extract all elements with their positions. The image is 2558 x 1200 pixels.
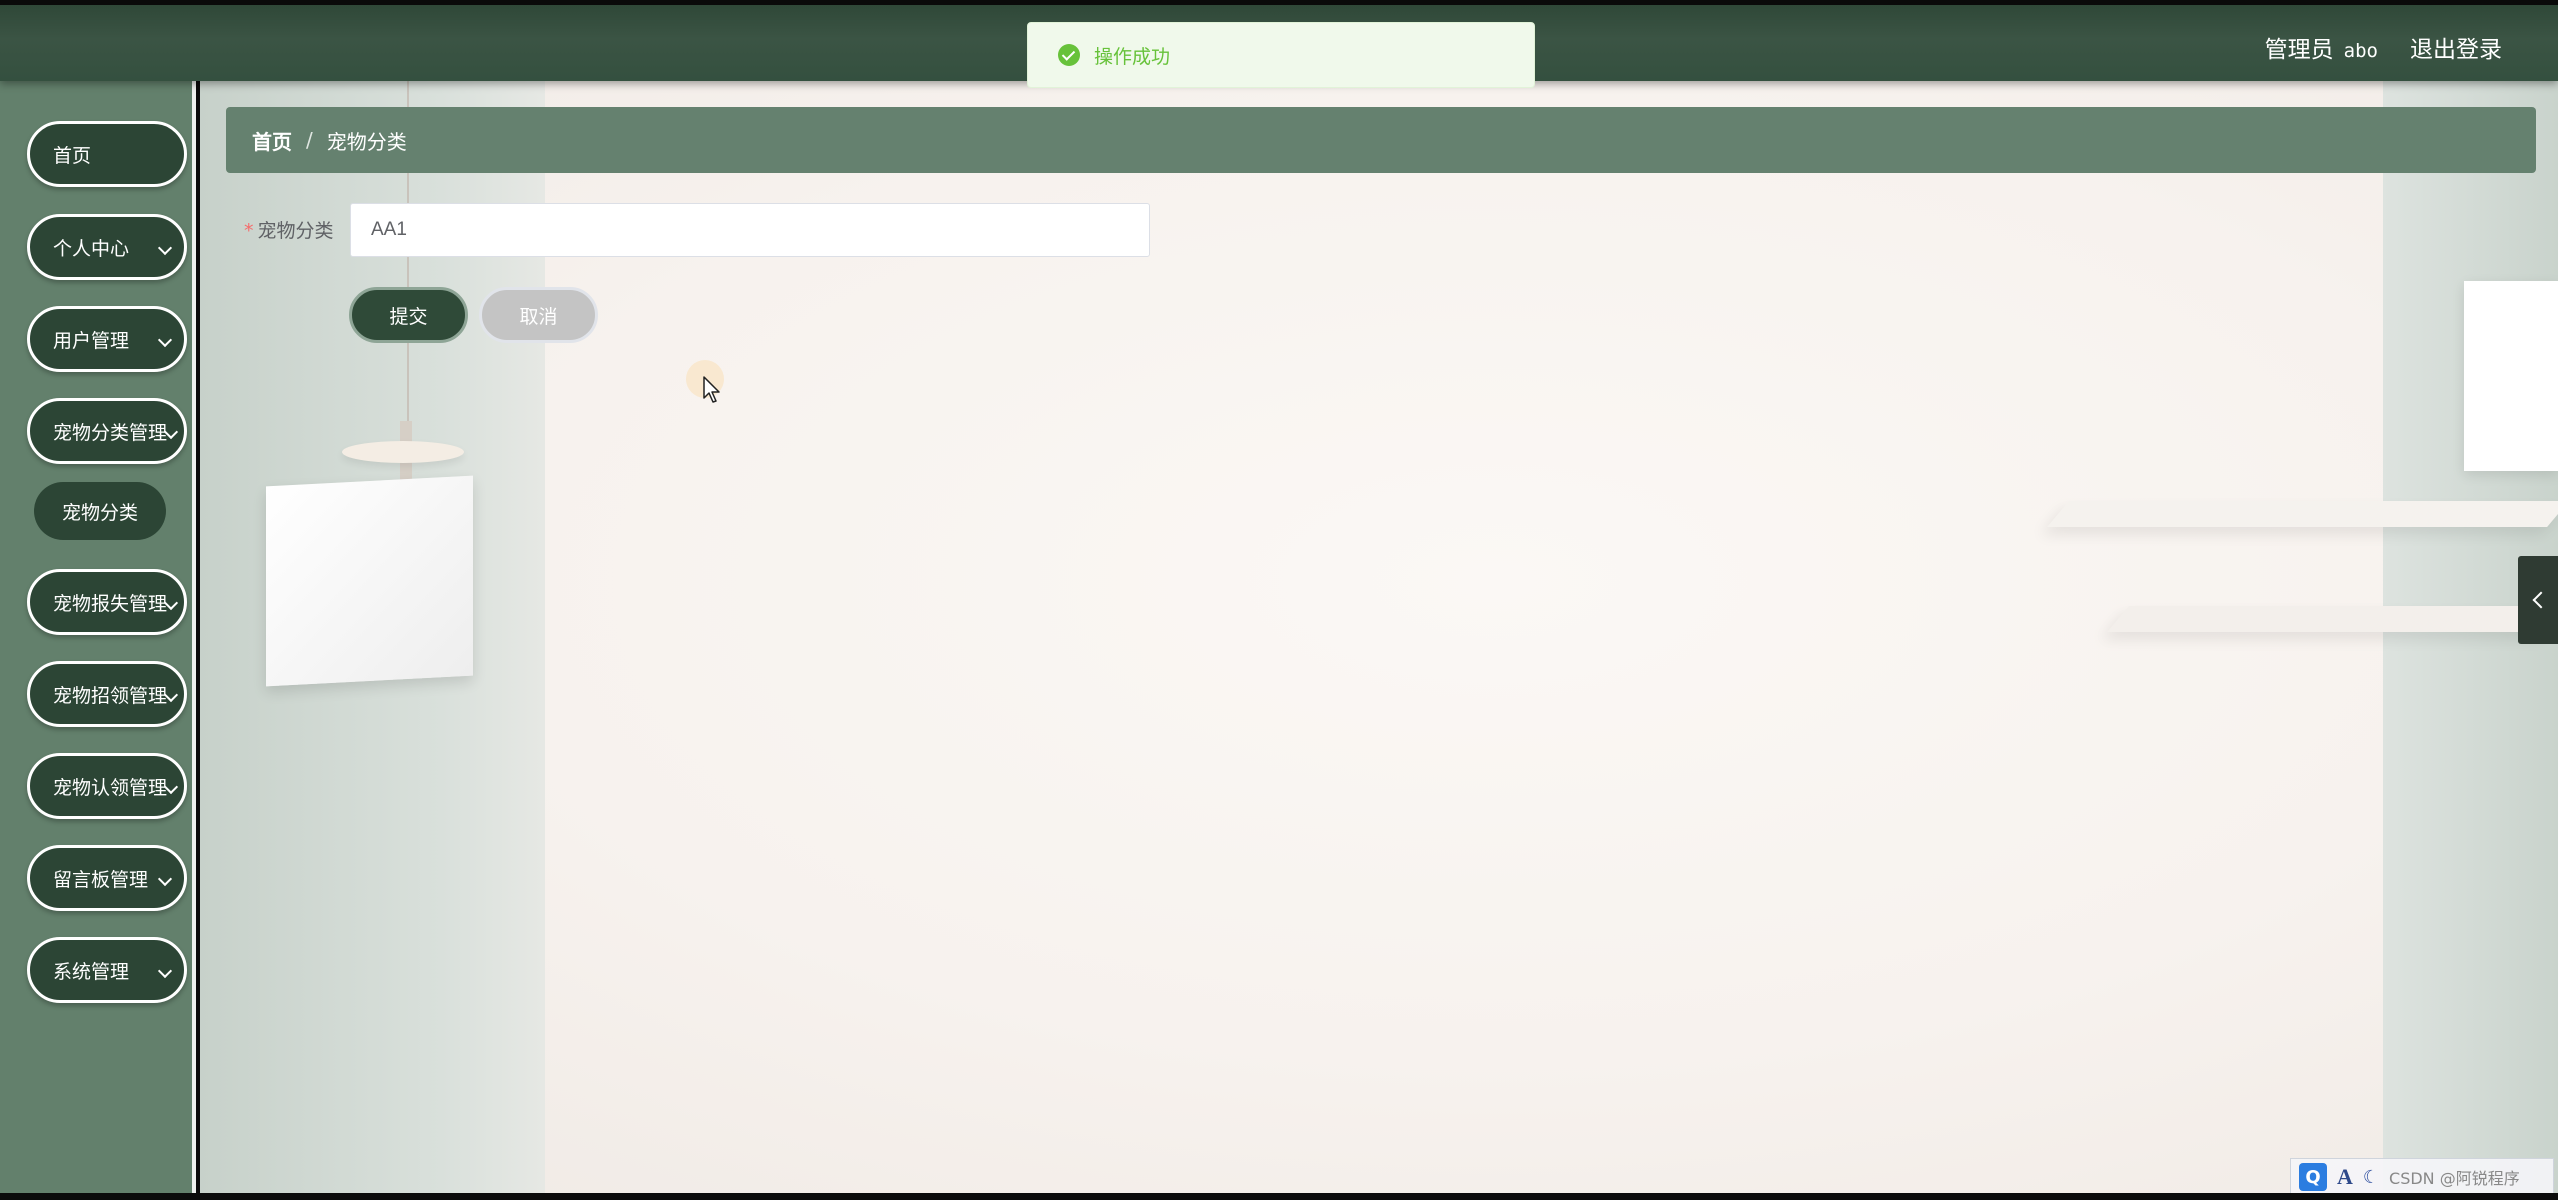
side-panel-toggle[interactable] — [2518, 556, 2558, 644]
sidebar-menu: 首页 个人中心 用户管理 宠物分类管理 宠物分类 宠物报失管理 宠物招领管理 宠… — [0, 81, 196, 1193]
breadcrumb-separator: / — [306, 128, 313, 152]
submit-button[interactable]: 提交 — [349, 287, 468, 343]
breadcrumb: 首页 / 宠物分类 — [226, 107, 2536, 173]
check-circle-icon — [1058, 44, 1080, 66]
sidebar-item-personal-center[interactable]: 个人中心 — [27, 214, 187, 280]
breadcrumb-home[interactable]: 首页 — [252, 126, 292, 155]
sidebar-item-system-management[interactable]: 系统管理 — [27, 937, 187, 1003]
sidebar-item-label: 个人中心 — [53, 237, 130, 260]
pet-category-label: * 宠物分类 — [244, 216, 334, 246]
chevron-down-icon — [157, 332, 173, 348]
watermark-text: CSDN @阿锐程序 — [2389, 1169, 2520, 1188]
chevron-left-icon — [2532, 591, 2550, 609]
background-shelf — [2047, 501, 2558, 527]
user-info: 管理员 abo — [2265, 30, 2378, 64]
user-name: abo — [2343, 40, 2378, 62]
font-a-icon[interactable]: A — [2337, 1164, 2353, 1190]
toast-message: 操作成功 — [1094, 45, 1171, 68]
moon-icon[interactable]: ☾ — [2363, 1167, 2379, 1188]
sidebar-item-home[interactable]: 首页 — [27, 121, 187, 187]
success-toast: 操作成功 — [1027, 22, 1535, 88]
mouse-cursor-icon — [703, 376, 720, 403]
sidebar-item-label: 用户管理 — [53, 329, 130, 352]
system-tray: Q A ☾ CSDN @阿锐程序 — [2290, 1158, 2554, 1196]
pet-category-input[interactable] — [350, 203, 1150, 257]
background-shelf-lower — [2107, 606, 2558, 632]
sidebar-subitem-pet-category[interactable]: 宠物分类 — [34, 482, 166, 540]
chevron-down-icon — [157, 963, 173, 979]
sidebar-item-pet-category-management[interactable]: 宠物分类管理 — [27, 398, 187, 464]
background-lamp-shade — [342, 441, 464, 463]
sidebar-item-label: 宠物报失管理 — [53, 592, 168, 615]
user-area: 管理员 abo 退出登录 — [2265, 27, 2502, 67]
sidebar-item-message-board-management[interactable]: 留言板管理 — [27, 845, 187, 911]
background-picture-frame-right — [2464, 281, 2558, 471]
sidebar-item-label: 宠物招领管理 — [53, 684, 168, 707]
background-picture-frame — [266, 475, 473, 687]
required-mark: * — [244, 220, 254, 242]
sidebar-item-user-management[interactable]: 用户管理 — [27, 306, 187, 372]
sidebar-item-label: 系统管理 — [53, 960, 130, 983]
sidebar-item-label: 首页 — [53, 144, 92, 167]
cancel-button[interactable]: 取消 — [479, 287, 598, 343]
sidebar-item-label: 宠物认领管理 — [53, 776, 168, 799]
user-role: 管理员 — [2264, 37, 2334, 63]
bottom-edge — [0, 1193, 2558, 1200]
chevron-down-icon — [157, 240, 173, 256]
pet-category-label-text: 宠物分类 — [257, 220, 334, 242]
sidebar-item-pet-found-management[interactable]: 宠物招领管理 — [27, 661, 187, 727]
sidebar-item-label: 留言板管理 — [53, 868, 149, 891]
q-app-icon[interactable]: Q — [2299, 1163, 2327, 1191]
sidebar-item-pet-claim-management[interactable]: 宠物认领管理 — [27, 753, 187, 819]
chevron-down-icon — [157, 871, 173, 887]
logout-button[interactable]: 退出登录 — [2410, 30, 2502, 64]
sidebar-item-pet-lost-management[interactable]: 宠物报失管理 — [27, 569, 187, 635]
sidebar-item-label: 宠物分类管理 — [53, 421, 168, 444]
breadcrumb-current: 宠物分类 — [326, 129, 407, 154]
